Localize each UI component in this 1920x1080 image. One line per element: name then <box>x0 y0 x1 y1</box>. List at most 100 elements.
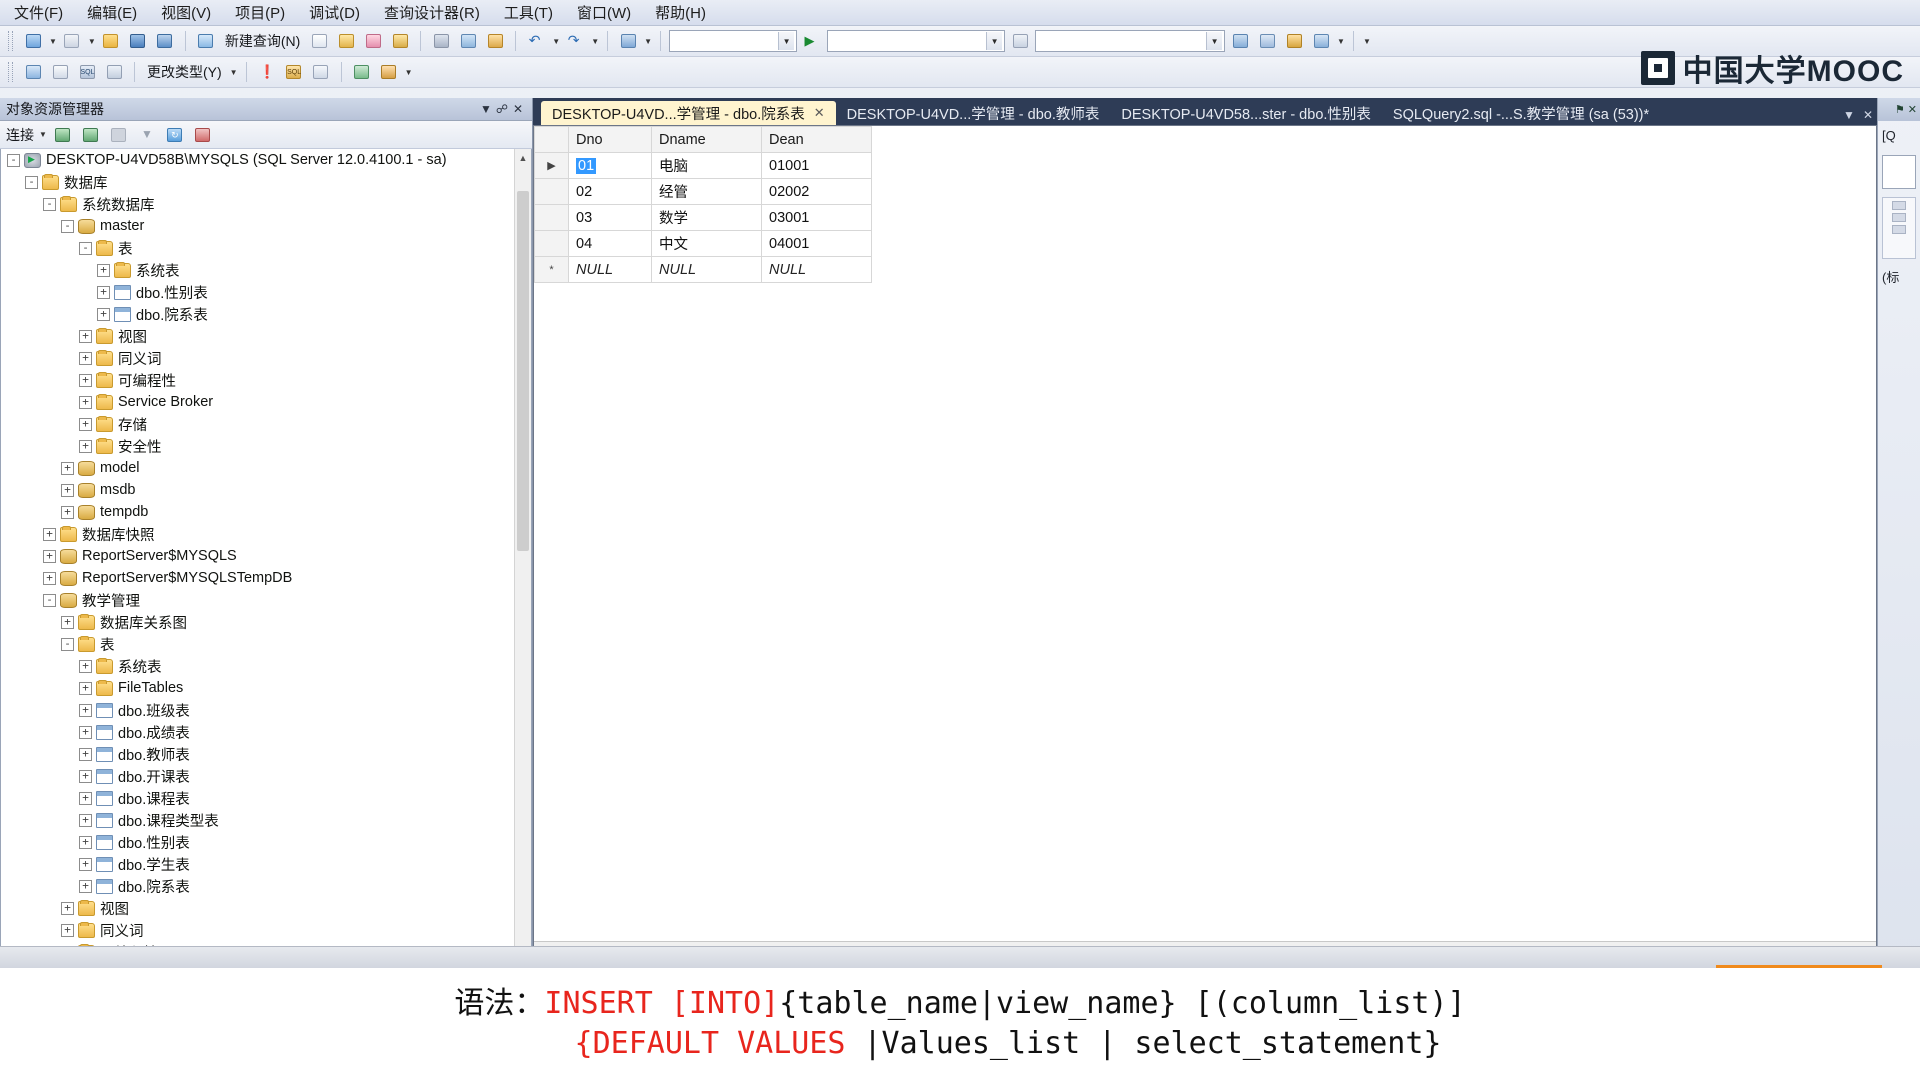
tree-node[interactable]: + dbo.成绩表 <box>1 721 531 743</box>
expand-toggle-icon[interactable]: + <box>79 681 92 695</box>
tree-node[interactable]: + dbo.性别表 <box>1 281 531 303</box>
expand-toggle-icon[interactable]: + <box>79 835 92 849</box>
undo-icon[interactable]: ↶ <box>524 29 548 53</box>
tree-node[interactable]: - 数据库 <box>1 171 531 193</box>
expand-toggle-icon[interactable]: + <box>61 615 74 629</box>
tree-node[interactable]: + dbo.性别表 <box>1 831 531 853</box>
generate-change-script-icon[interactable] <box>377 60 401 84</box>
tree-node[interactable]: + 数据库快照 <box>1 523 531 545</box>
results-grid[interactable]: Dno Dname Dean ▶ 01 电脑 01001 02 经管 02002 03 数学 03001… <box>534 126 1876 941</box>
new-project-icon[interactable] <box>21 29 45 53</box>
new-dmx-query-icon[interactable] <box>388 29 412 53</box>
table-cell[interactable]: 电脑 <box>651 152 762 179</box>
tree-node[interactable]: + 数据库关系图 <box>1 611 531 633</box>
expand-toggle-icon[interactable]: + <box>79 857 92 871</box>
tab-list-chevron-icon[interactable]: ▼ <box>1843 108 1855 122</box>
object-explorer-tree[interactable]: -DESKTOP-U4VD58B\MYSQLS (SQL Server 12.0… <box>0 149 532 968</box>
save-icon[interactable] <box>126 29 150 53</box>
server-combo[interactable]: ▼ <box>1035 30 1226 52</box>
expand-toggle-icon[interactable]: + <box>97 263 110 277</box>
toolbar-grip-2[interactable] <box>8 62 13 82</box>
tree-node[interactable]: + 存储 <box>1 413 531 435</box>
tree-node[interactable]: + dbo.课程类型表 <box>1 809 531 831</box>
show-results-pane-icon[interactable] <box>102 60 126 84</box>
table-row[interactable]: * NULL NULL NULL <box>534 256 872 283</box>
expand-toggle-icon[interactable]: + <box>79 329 92 343</box>
toolbar2-overflow-icon[interactable]: ▼ <box>405 68 413 77</box>
tree-node[interactable]: + dbo.教师表 <box>1 743 531 765</box>
show-diagram-pane-icon[interactable] <box>21 60 45 84</box>
expand-toggle-icon[interactable]: + <box>79 813 92 827</box>
expand-toggle-icon[interactable]: + <box>79 747 92 761</box>
redo-chevron-icon[interactable]: ▼ <box>591 37 599 46</box>
tree-node[interactable]: + 视图 <box>1 325 531 347</box>
expand-toggle-icon[interactable]: + <box>61 901 74 915</box>
menu-item-edit[interactable]: 编辑(E) <box>87 2 137 23</box>
new-mdx-query-icon[interactable] <box>361 29 385 53</box>
tree-scrollbar[interactable]: ▲ ▼ <box>514 149 531 967</box>
table-row[interactable]: 04 中文 04001 <box>534 230 872 257</box>
expand-toggle-icon[interactable]: + <box>43 571 56 585</box>
column-header[interactable]: Dno <box>568 126 652 153</box>
expand-toggle-icon[interactable]: + <box>61 483 74 497</box>
scroll-thumb[interactable] <box>517 191 529 551</box>
table-cell[interactable]: 数学 <box>651 204 762 231</box>
new-query-button[interactable]: 新建查询(N) <box>221 31 304 51</box>
tree-node[interactable]: -表 <box>1 237 531 259</box>
relationships-icon[interactable] <box>350 60 374 84</box>
toolbox-icon[interactable] <box>1309 29 1333 53</box>
tree-node[interactable]: + model <box>1 457 531 479</box>
document-tab[interactable]: DESKTOP-U4VD58...ster - dbo.性别表 <box>1110 101 1382 125</box>
chevron-down-icon-2[interactable]: ▼ <box>88 37 96 46</box>
scroll-up-icon[interactable]: ▲ <box>515 149 531 166</box>
table-row[interactable]: 03 数学 03001 <box>534 204 872 231</box>
menu-item-view[interactable]: 视图(V) <box>161 2 211 23</box>
right-dock-box[interactable] <box>1882 154 1916 189</box>
table-cell[interactable]: 02002 <box>761 178 872 205</box>
disconnect-icon[interactable] <box>79 123 103 147</box>
column-header[interactable]: Dname <box>651 126 762 153</box>
redo-icon[interactable]: ↷ <box>563 29 587 53</box>
tree-node[interactable]: + 可编程性 <box>1 369 531 391</box>
pin-icon[interactable]: ☍ <box>494 102 510 116</box>
data-table[interactable]: Dno Dname Dean ▶ 01 电脑 01001 02 经管 02002 03 数学 03001… <box>534 126 872 283</box>
tree-node[interactable]: + 安全性 <box>1 435 531 457</box>
tree-node[interactable]: + dbo.院系表 <box>1 303 531 325</box>
open-file-icon[interactable] <box>99 29 123 53</box>
tree-node[interactable]: + dbo.班级表 <box>1 699 531 721</box>
tree-node[interactable]: + dbo.开课表 <box>1 765 531 787</box>
toolbox-chevron-icon[interactable]: ▼ <box>1337 37 1345 46</box>
tree-node[interactable]: - DESKTOP-U4VD58B\MYSQLS (SQL Server 12.0… <box>1 149 531 171</box>
chevron-down-icon[interactable]: ▼ <box>49 37 57 46</box>
close-tab-icon[interactable]: ✕ <box>814 105 825 121</box>
right-dock-minimap[interactable] <box>1882 196 1916 259</box>
table-cell[interactable]: 03 <box>568 204 652 231</box>
chevron-down-icon-5[interactable]: ▼ <box>1206 32 1223 50</box>
table-cell[interactable]: NULL <box>568 256 652 283</box>
tree-node[interactable]: + Service Broker <box>1 391 531 413</box>
row-selector-cell[interactable]: ▶ <box>534 152 569 179</box>
verify-sql-icon[interactable]: SQL <box>282 60 306 84</box>
expand-toggle-icon[interactable]: + <box>43 527 56 541</box>
tree-node[interactable]: + msdb <box>1 479 531 501</box>
close-document-icon[interactable]: ✕ <box>1863 108 1873 122</box>
tree-node[interactable]: + 系统表 <box>1 259 531 281</box>
expand-toggle-icon[interactable]: + <box>79 703 92 717</box>
column-header[interactable]: Dean <box>761 126 872 153</box>
change-type-chevron-icon[interactable]: ▼ <box>230 68 238 77</box>
expand-toggle-icon[interactable]: + <box>61 505 74 519</box>
collapse-toggle-icon[interactable]: - <box>25 175 38 189</box>
document-tab[interactable]: DESKTOP-U4VD...学管理 - dbo.教师表 <box>836 101 1111 125</box>
new-db-engine-query-icon[interactable] <box>307 29 331 53</box>
table-cell[interactable]: 经管 <box>651 178 762 205</box>
new-query-icon[interactable] <box>194 29 218 53</box>
tree-node[interactable]: + 视图 <box>1 897 531 919</box>
execute-icon[interactable]: ▶ <box>800 29 824 53</box>
table-row[interactable]: ▶ 01 电脑 01001 <box>534 152 872 179</box>
tree-node[interactable]: - master <box>1 215 531 237</box>
row-selector-cell[interactable] <box>534 204 569 231</box>
navigate-back-icon[interactable] <box>616 29 640 53</box>
row-selector-cell[interactable] <box>534 230 569 257</box>
paste-icon[interactable] <box>483 29 507 53</box>
cut-icon[interactable] <box>429 29 453 53</box>
